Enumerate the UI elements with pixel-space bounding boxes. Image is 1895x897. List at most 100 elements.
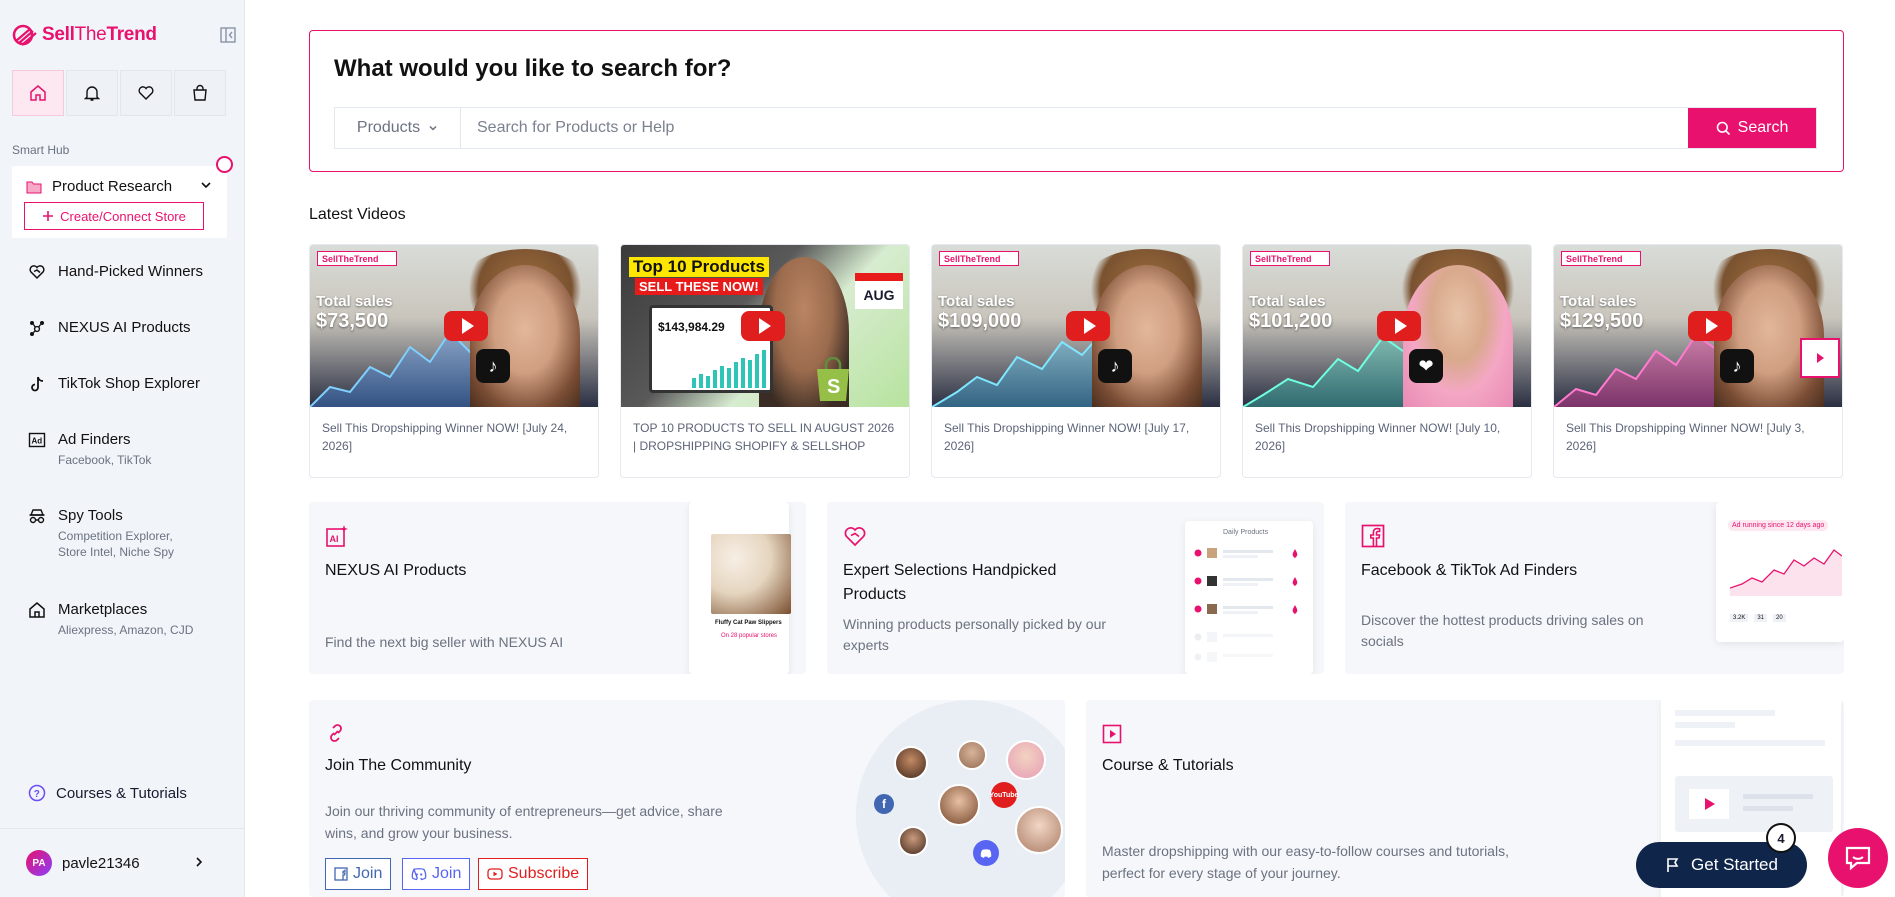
collapse-sidebar-icon[interactable] — [219, 26, 237, 44]
video-card[interactable]: SellTheTrend Total sales $73,500 ♪ Sell … — [309, 244, 599, 478]
facebook-join-button[interactable]: Join — [325, 858, 392, 890]
total-sales-overlay: Total sales $101,200 — [1249, 293, 1332, 333]
chevron-down-icon[interactable] — [199, 178, 213, 192]
feature-description: Winning products personally picked by ou… — [843, 616, 1107, 653]
svg-text:Ad: Ad — [32, 437, 43, 446]
svg-text:S: S — [827, 376, 840, 398]
product-name: Fluffy Cat Paw Slippers — [715, 620, 782, 626]
nav-label: Ad Finders — [58, 431, 131, 448]
tiktok-icon: ♪ — [476, 349, 510, 383]
sidebar-item-marketplaces[interactable]: Marketplaces Aliexpress, Amazon, CJD — [28, 600, 193, 638]
video-card[interactable]: Top 10 Products SELL THESE NOW! $143,984… — [620, 244, 910, 478]
play-icon[interactable] — [1688, 311, 1732, 341]
brand-chip: SellTheTrend — [1250, 251, 1330, 266]
nav-sub: Competition Explorer, — [58, 529, 173, 543]
total-sales-label: Total sales — [1249, 293, 1326, 310]
video-caption[interactable]: Sell This Dropshipping Winner NOW! [July… — [1554, 407, 1842, 467]
community-description: Join our thriving community of entrepren… — [325, 803, 723, 841]
heart-icon — [138, 86, 154, 100]
shopify-bag-icon: S — [817, 357, 849, 401]
video-thumbnail[interactable]: Top 10 Products SELL THESE NOW! $143,984… — [621, 245, 909, 407]
tour-hotspot[interactable] — [216, 156, 233, 173]
search-category-select[interactable]: Products — [335, 108, 461, 148]
sidebar-item-hand-picked-winners[interactable]: Hand-Picked Winners — [28, 262, 203, 282]
play-icon[interactable] — [741, 311, 785, 341]
feature-card-expert-selections[interactable]: Expert Selections Handpicked Products Wi… — [827, 502, 1324, 674]
nav-label: Marketplaces — [58, 601, 148, 618]
avatar — [938, 784, 980, 826]
play-icon — [1689, 789, 1729, 819]
logo[interactable]: SellTheTrend — [12, 20, 237, 50]
sidebar-item-spy-tools[interactable]: Spy Tools Competition Explorer, Store Inte… — [28, 506, 174, 560]
feature-card-ad-finders[interactable]: Facebook & TikTok Ad Finders Discover th… — [1345, 502, 1844, 674]
feature-title: Expert Selections Handpicked Products — [843, 562, 1057, 603]
carousel-next-button[interactable] — [1800, 338, 1840, 378]
placeholder-line — [1743, 794, 1813, 799]
search-button[interactable]: Search — [1688, 108, 1816, 148]
feature-card-nexus-ai[interactable]: AI NEXUS AI Products Find the next big s… — [309, 502, 806, 674]
avatar — [894, 746, 928, 780]
sidebar-item-courses-tutorials[interactable]: ? Courses & Tutorials — [28, 784, 187, 802]
sidebar-item-nexus-ai-products[interactable]: NEXUS AI Products — [28, 318, 191, 338]
video-thumbnail[interactable]: SellTheTrend Total sales $101,200 ❤ — [1243, 245, 1531, 407]
video-card[interactable]: SellTheTrend Total sales $109,000 ♪ Sell… — [931, 244, 1221, 478]
feature-title: Facebook & TikTok Ad Finders — [1361, 562, 1578, 579]
video-thumbnail[interactable]: SellTheTrend Total sales $73,500 ♪ — [310, 245, 598, 407]
favorites-button[interactable] — [120, 70, 172, 116]
tiktok-icon: ♪ — [1098, 349, 1132, 383]
ad-trend-chart-graphic — [1730, 549, 1842, 596]
video-caption[interactable]: Sell This Dropshipping Winner NOW! [July… — [932, 407, 1220, 467]
video-card[interactable]: SellTheTrend Total sales $101,200 ❤ Sell… — [1242, 244, 1532, 478]
courses-label: Courses & Tutorials — [56, 784, 187, 802]
sidebar-item-tiktok-shop-explorer[interactable]: TikTok Shop Explorer — [28, 374, 200, 394]
total-sales-label: Total sales — [1560, 293, 1637, 310]
feature-description: Discover the hottest products driving sa… — [1361, 612, 1644, 649]
daily-products-label: Daily Products — [1223, 529, 1269, 536]
product-research-toggle[interactable]: Product Research — [26, 178, 172, 195]
create-connect-store-button[interactable]: Create/Connect Store — [24, 202, 204, 230]
video-caption[interactable]: Sell This Dropshipping Winner NOW! [July… — [310, 407, 598, 467]
latest-videos-heading: Latest Videos — [309, 206, 406, 223]
youtube-subscribe-button[interactable]: Subscribe — [478, 858, 589, 890]
avatar — [898, 826, 928, 856]
play-icon[interactable] — [444, 311, 488, 341]
video-caption[interactable]: Sell This Dropshipping Winner NOW! [July… — [1243, 407, 1531, 467]
brand-chip: SellTheTrend — [317, 251, 397, 266]
video-caption[interactable]: TOP 10 PRODUCTS TO SELL IN AUGUST 2026 |… — [621, 407, 909, 467]
svg-text:?: ? — [34, 789, 40, 800]
discord-join-button[interactable]: Join — [402, 858, 471, 890]
product-research-panel: Product Research Create/Connect Store — [12, 166, 227, 238]
nav-label: TikTok Shop Explorer — [58, 375, 201, 392]
user-menu[interactable]: PA pavle21346 — [0, 828, 245, 897]
search-input[interactable] — [461, 108, 1688, 148]
help-circle-icon: ? — [28, 784, 46, 802]
tiktok-icon: ♪ — [1720, 349, 1754, 383]
total-sales-value: $101,200 — [1249, 310, 1333, 332]
video-thumbnail[interactable]: SellTheTrend Total sales $109,000 ♪ — [932, 245, 1220, 407]
sell-now-banner: SELL THESE NOW! — [635, 278, 763, 295]
play-icon[interactable] — [1066, 311, 1110, 341]
ad-running-label: Ad running since 12 days ago — [1728, 520, 1829, 531]
chat-icon — [1845, 846, 1871, 871]
nav-label: NEXUS AI Products — [58, 319, 191, 336]
placeholder-line — [1675, 710, 1775, 716]
nav-sub: Store Intel, Niche Spy — [58, 545, 175, 559]
video-thumbnail[interactable]: SellTheTrend Total sales $129,500 ♪ — [1554, 245, 1842, 407]
nav-sub: Facebook, TikTok — [58, 453, 152, 467]
notifications-button[interactable] — [66, 70, 118, 116]
sidebar-item-ad-finders[interactable]: Ad Ad Finders Facebook, TikTok — [28, 430, 151, 468]
calendar-graphic: AUG — [855, 273, 903, 309]
total-sales-value: $73,500 — [316, 310, 389, 332]
community-avatars-graphic: YouTube f — [856, 700, 1065, 897]
home-button[interactable] — [12, 70, 64, 116]
avatar — [957, 740, 987, 770]
total-sales-label: Total sales — [938, 293, 1015, 310]
chat-button[interactable] — [1828, 828, 1888, 888]
brand-chip: SellTheTrend — [939, 251, 1019, 266]
play-icon[interactable] — [1377, 311, 1421, 341]
top-products-banner: Top 10 Products — [629, 257, 769, 277]
product-stores: On 28 popular stores — [721, 633, 778, 639]
youtube-subscribe-label: Subscribe — [508, 865, 580, 882]
nav-label: Hand-Picked Winners — [58, 263, 204, 280]
shop-button[interactable] — [174, 70, 226, 116]
